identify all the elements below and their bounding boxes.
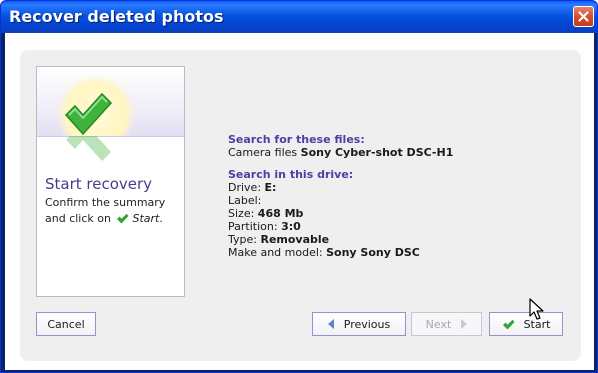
cancel-label: Cancel — [47, 317, 85, 331]
label-row: Label: — [228, 194, 453, 207]
arrow-left-icon — [327, 319, 335, 329]
previous-button[interactable]: Previous — [312, 312, 406, 336]
cancel-button[interactable]: Cancel — [36, 312, 96, 336]
checkmark-reflection-icon — [63, 136, 113, 164]
instruction-suffix: . — [159, 212, 163, 225]
partition-row: Partition: 3:0 — [228, 220, 453, 233]
partition-label: Partition: — [228, 220, 278, 233]
start-button[interactable]: Start — [489, 312, 563, 336]
drive-value: E: — [264, 181, 277, 194]
arrow-right-icon — [460, 319, 468, 329]
sidebar-banner — [37, 67, 184, 137]
partition-value: 3:0 — [281, 220, 301, 233]
step-sidebar: Start recovery Confirm the summary and c… — [36, 66, 185, 297]
mouse-cursor-icon — [529, 298, 544, 320]
make-value: Sony Sony DSC — [326, 246, 420, 259]
type-row: Type: Removable — [228, 233, 453, 246]
small-check-icon — [116, 213, 129, 229]
step-instructions: Confirm the summary and click on Start. — [45, 195, 185, 229]
camera-value: Sony Cyber-shot DSC-H1 — [300, 146, 454, 159]
size-row: Size: 468 Mb — [228, 207, 453, 220]
instruction-line-1: Confirm the summary — [45, 196, 166, 209]
instruction-prefix: and click on — [45, 212, 111, 225]
next-button[interactable]: Next — [411, 312, 482, 336]
make-label: Make and model: — [228, 246, 323, 259]
check-icon — [502, 319, 515, 330]
make-row: Make and model: Sony Sony DSC — [228, 246, 453, 259]
type-value: Removable — [260, 233, 330, 246]
instruction-line-2: and click on Start. — [45, 211, 185, 229]
next-label: Next — [425, 317, 452, 331]
camera-row: Camera files Sony Cyber-shot DSC-H1 — [228, 146, 453, 159]
wizard-panel: Start recovery Confirm the summary and c… — [20, 50, 581, 361]
files-heading: Search for these files: — [228, 133, 365, 146]
camera-label: Camera files — [228, 146, 298, 159]
drive-heading: Search in this drive: — [228, 168, 354, 181]
checkmark-icon — [64, 92, 113, 136]
drive-row: Drive: E: — [228, 181, 453, 194]
app-window: Recover deleted photos Start recovery Co… — [0, 0, 598, 373]
title-bar[interactable]: Recover deleted photos — [1, 1, 597, 33]
label-label: Label: — [228, 194, 262, 207]
dialog-body: Start recovery Confirm the summary and c… — [5, 33, 594, 370]
size-label: Size: — [228, 207, 255, 220]
drive-label: Drive: — [228, 181, 262, 194]
recovery-summary: Search for these files: Camera files Son… — [228, 133, 453, 259]
previous-label: Previous — [343, 317, 391, 331]
size-value: 468 Mb — [257, 207, 304, 220]
type-label: Type: — [228, 233, 257, 246]
instruction-action: Start — [132, 212, 160, 225]
window-title: Recover deleted photos — [9, 7, 224, 26]
close-button[interactable] — [573, 6, 594, 27]
close-icon — [578, 11, 589, 22]
step-title: Start recovery — [45, 175, 153, 193]
